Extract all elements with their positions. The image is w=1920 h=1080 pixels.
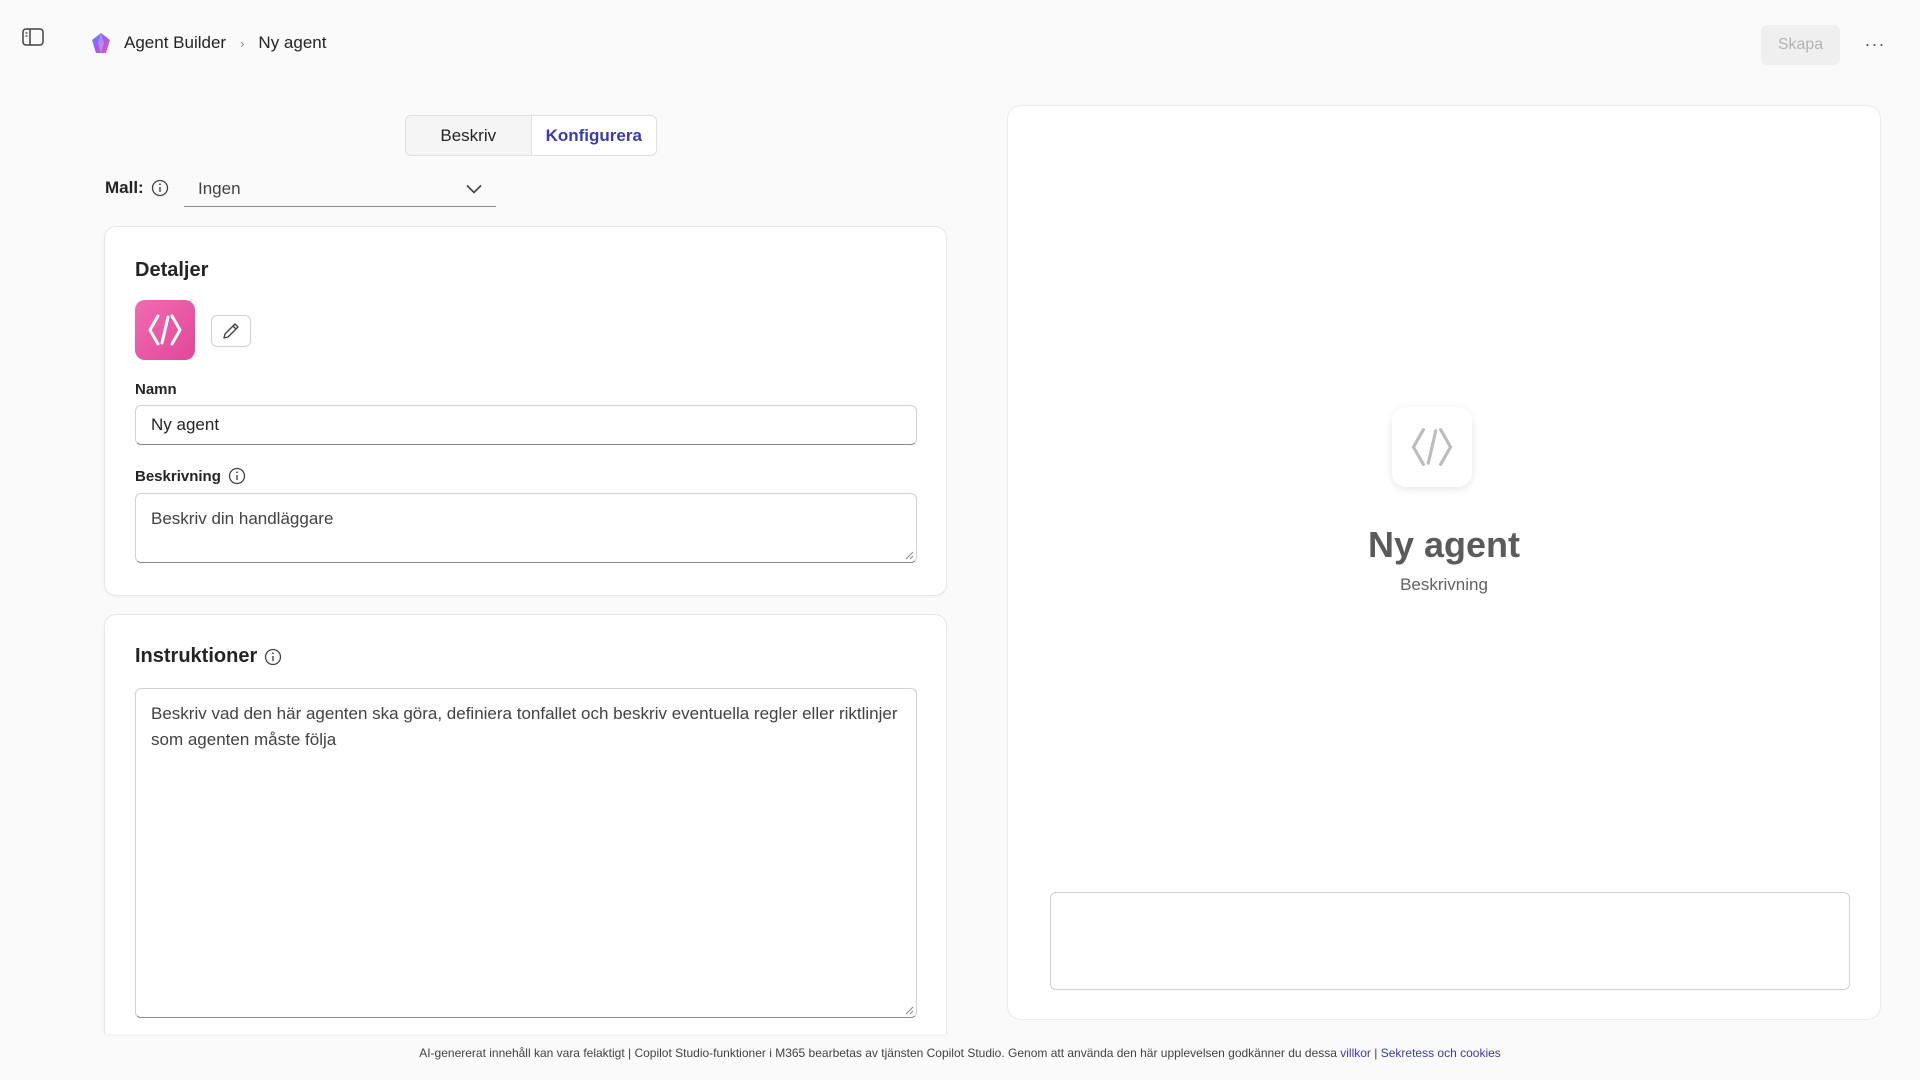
instructions-title-text: Instruktioner [135, 645, 258, 667]
copilot-logo-icon [92, 33, 110, 53]
privacy-link[interactable]: Sekretess och cookies [1381, 1046, 1501, 1060]
details-title: Detaljer [135, 259, 209, 281]
instructions-placeholder: Beskriv vad den här agenten ska göra, de… [151, 704, 898, 749]
footer-text: AI-genererat innehåll kan vara felaktigt… [419, 1046, 1341, 1060]
instructions-title: Instruktioner [135, 645, 282, 668]
create-button[interactable]: Skapa [1761, 25, 1840, 65]
breadcrumb-current: Ny agent [258, 33, 327, 52]
chevron-right-icon: › [240, 35, 245, 51]
resize-grip-icon[interactable] [905, 551, 914, 560]
panel-left-icon [22, 28, 44, 46]
preview-agent-icon [1392, 407, 1472, 487]
terms-link[interactable]: villkor [1340, 1046, 1371, 1060]
more-options-button[interactable]: ··· [1862, 32, 1888, 56]
description-textarea[interactable]: Beskriv din handläggare [135, 493, 917, 563]
pencil-icon [223, 323, 239, 339]
tab-configure[interactable]: Konfigurera [530, 116, 656, 155]
description-label-text: Beskrivning [135, 467, 221, 485]
name-input[interactable]: Ny agent [135, 405, 917, 445]
preview-agent-name: Ny agent [1367, 524, 1521, 565]
info-icon[interactable] [151, 179, 169, 197]
template-label: Mall: [105, 178, 169, 198]
template-label-text: Mall: [105, 178, 144, 197]
description-placeholder: Beskriv din handläggare [151, 509, 334, 528]
resize-grip-icon[interactable] [905, 1006, 914, 1015]
chevron-down-icon [466, 184, 482, 194]
footer-separator: | [1370, 1046, 1381, 1060]
more-icon: ··· [1864, 33, 1886, 54]
agent-icon [135, 300, 195, 360]
preview-panel: Ny agent Beskrivning [1007, 105, 1881, 1020]
info-icon[interactable] [228, 467, 246, 485]
mode-tabs: Beskriv Konfigurera [405, 115, 657, 156]
details-card: Detaljer Namn Ny agent Beskrivning Beskr… [104, 226, 947, 596]
template-value: Ingen [198, 179, 241, 198]
name-input-value: Ny agent [151, 415, 220, 434]
description-label: Beskrivning [135, 467, 246, 485]
sidebar-toggle-button[interactable] [20, 26, 46, 48]
code-brackets-icon [1411, 428, 1453, 466]
chat-input[interactable] [1050, 892, 1850, 990]
preview-agent-description: Beskrivning [1400, 575, 1488, 594]
breadcrumb-app[interactable]: Agent Builder [124, 33, 226, 53]
instructions-textarea[interactable]: Beskriv vad den här agenten ska göra, de… [135, 688, 917, 1018]
code-brackets-icon [148, 314, 182, 346]
tab-describe[interactable]: Beskriv [406, 116, 531, 155]
footer: AI-genererat innehåll kan vara felaktigt… [0, 1046, 1920, 1060]
info-icon[interactable] [264, 648, 282, 666]
template-dropdown[interactable]: Ingen [184, 172, 496, 207]
breadcrumb: Agent Builder › Ny agent [90, 32, 326, 54]
name-label: Namn [135, 381, 177, 398]
instructions-card: Instruktioner Beskriv vad den här agente… [104, 614, 947, 1034]
edit-icon-button[interactable] [211, 315, 251, 347]
